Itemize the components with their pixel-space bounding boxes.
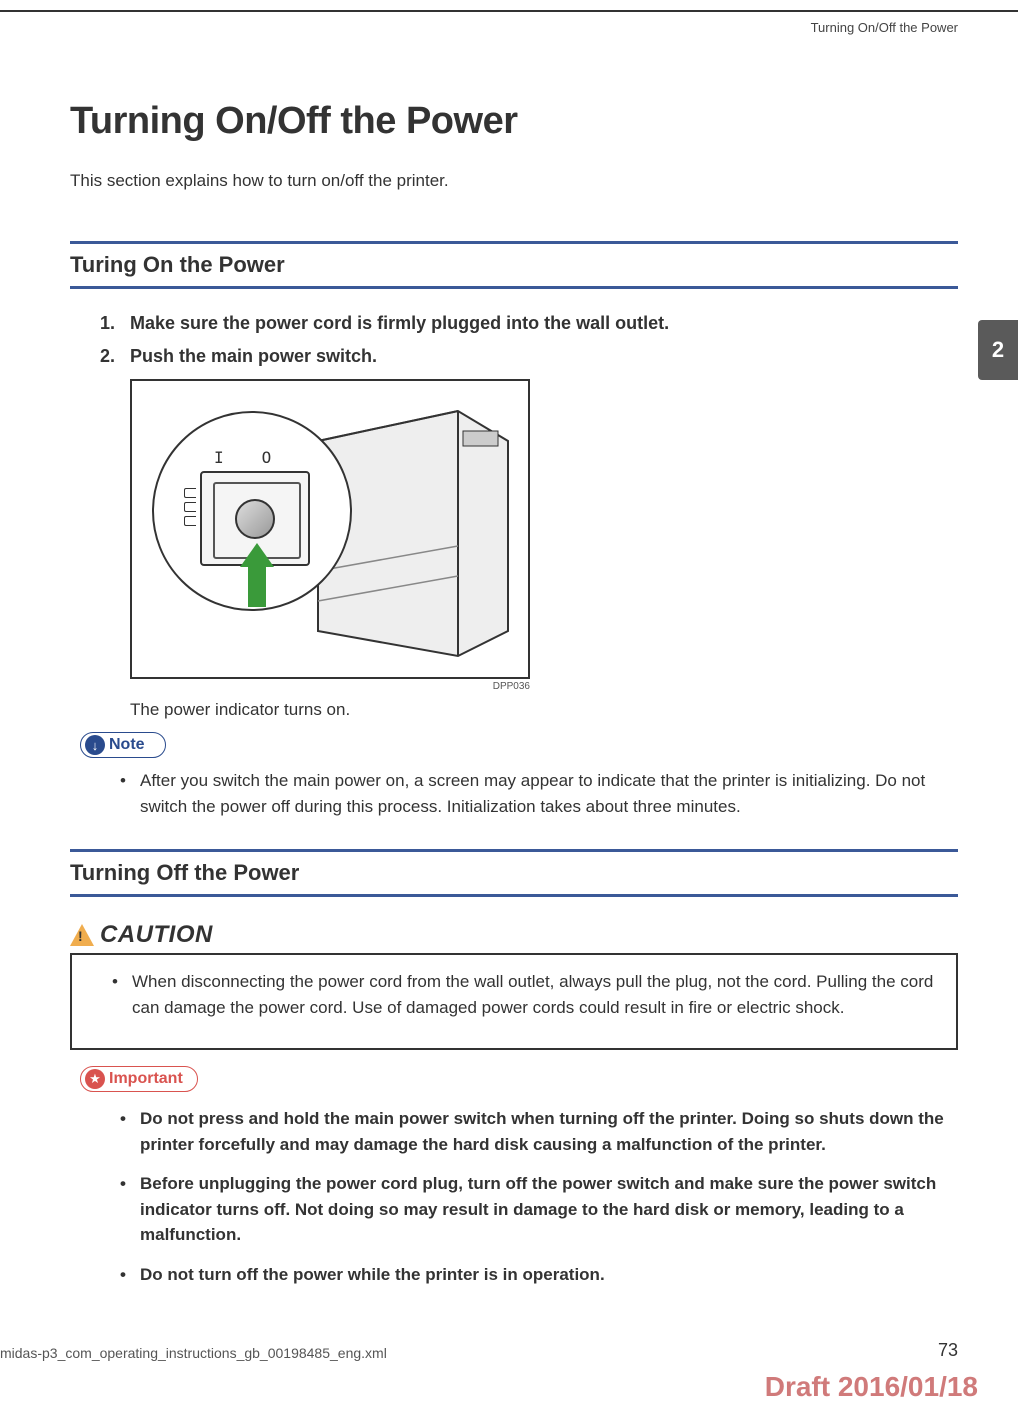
power-button-graphic <box>235 499 275 539</box>
top-rule <box>0 10 1018 12</box>
star-icon: ★ <box>85 1069 105 1089</box>
list-item: • Before unplugging the power cord plug,… <box>120 1171 958 1248</box>
important-bullet-list: • Do not press and hold the main power s… <box>70 1106 958 1287</box>
bullet-dot: • <box>120 1262 140 1288</box>
page-title: Turning On/Off the Power <box>70 100 958 143</box>
footer-filename: midas-p3_com_operating_instructions_gb_0… <box>0 1345 387 1361</box>
printer-power-switch-figure: IO <box>130 379 530 679</box>
steps-list: 1. Make sure the power cord is firmly pl… <box>70 313 958 367</box>
bullet-dot: • <box>112 969 132 995</box>
caution-header: CAUTION <box>70 921 958 955</box>
list-item-text: Do not press and hold the main power swi… <box>140 1106 958 1157</box>
list-item-text: Do not turn off the power while the prin… <box>140 1262 605 1288</box>
zoom-circle: IO <box>152 411 352 611</box>
section-off-heading: Turning Off the Power <box>70 860 958 886</box>
section-on-heading-bar: Turing On the Power <box>70 241 958 289</box>
list-item: • When disconnecting the power cord from… <box>112 969 936 1020</box>
figure-caption: The power indicator turns on. <box>130 700 958 720</box>
step-item: 1. Make sure the power cord is firmly pl… <box>100 313 958 334</box>
tray-lines <box>184 488 198 530</box>
important-pill: ★ Important <box>80 1066 198 1092</box>
green-arrow-icon <box>240 543 274 603</box>
caution-box: • When disconnecting the power cord from… <box>70 955 958 1050</box>
figure-container: IO DPP036 <box>130 379 958 692</box>
step-text: Make sure the power cord is firmly plugg… <box>130 313 669 334</box>
warning-triangle-icon <box>70 924 94 946</box>
figure-code: DPP036 <box>130 681 530 692</box>
note-pill: ↓ Note <box>80 732 166 758</box>
step-text: Push the main power switch. <box>130 346 377 367</box>
list-item: • Do not turn off the power while the pr… <box>120 1262 958 1288</box>
section-on-heading: Turing On the Power <box>70 252 958 278</box>
intro-text: This section explains how to turn on/off… <box>70 171 958 191</box>
note-label: Note <box>109 736 145 754</box>
step-item: 2. Push the main power switch. <box>100 346 958 367</box>
io-marks: IO <box>214 448 271 467</box>
caution-label: CAUTION <box>100 921 213 949</box>
bullet-dot: • <box>120 1171 140 1197</box>
list-item: • After you switch the main power on, a … <box>120 768 958 819</box>
important-label: Important <box>109 1070 183 1088</box>
note-bullet-list: • After you switch the main power on, a … <box>70 768 958 819</box>
page-content: Turning On/Off the Power This section ex… <box>0 0 1018 1287</box>
chapter-tab: 2 <box>978 320 1018 380</box>
step-number: 2. <box>100 346 130 367</box>
step-number: 1. <box>100 313 130 334</box>
list-item-text: Before unplugging the power cord plug, t… <box>140 1171 958 1248</box>
running-header: Turning On/Off the Power <box>811 20 958 35</box>
bullet-dot: • <box>120 1106 140 1132</box>
draft-stamp: Draft 2016/01/18 <box>765 1371 978 1403</box>
list-item-text: After you switch the main power on, a sc… <box>140 768 958 819</box>
down-arrow-icon: ↓ <box>85 735 105 755</box>
list-item-text: When disconnecting the power cord from t… <box>132 969 936 1020</box>
footer-page-number: 73 <box>938 1340 958 1361</box>
list-item: • Do not press and hold the main power s… <box>120 1106 958 1157</box>
section-off-heading-bar: Turning Off the Power <box>70 849 958 897</box>
bullet-dot: • <box>120 768 140 794</box>
caution-bullet-list: • When disconnecting the power cord from… <box>92 969 936 1020</box>
